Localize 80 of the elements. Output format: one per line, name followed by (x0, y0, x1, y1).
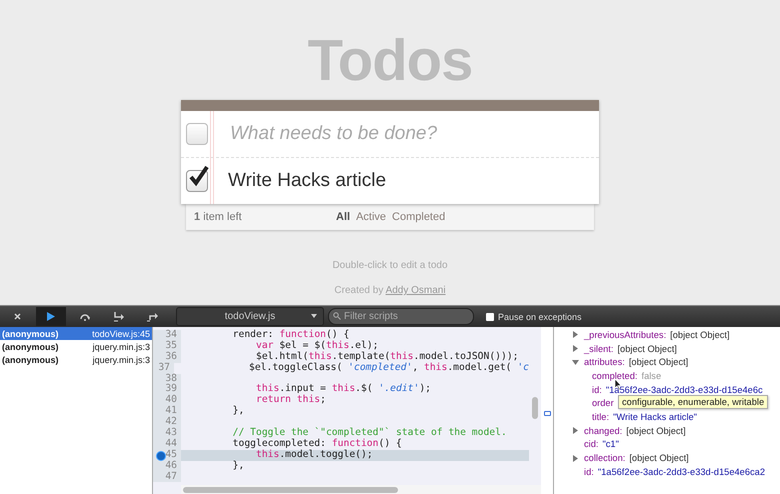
filter-link[interactable]: Active (356, 211, 386, 223)
code-line: this.input = this.$( '.edit'); (254, 384, 432, 394)
code-line: // Toggle the `"completed"` state of the model. (232, 428, 508, 438)
line-number: 46 (153, 460, 181, 472)
line-number: 34 (153, 330, 181, 341)
line-number: 38 (153, 374, 181, 384)
property-name: id: (592, 384, 602, 395)
new-todo-field[interactable]: What needs to be done? (228, 122, 592, 146)
property-value: "1a56f2ee-3adc-2dd3-e33d-d15e4e6c (606, 384, 763, 395)
close-icon (14, 313, 20, 320)
property-value: false (641, 370, 662, 381)
line-number: 36 (153, 352, 181, 363)
todo-title: Write Hacks article (228, 170, 386, 192)
line-number: 44 (153, 438, 181, 450)
property-name: cid: (584, 439, 598, 450)
script-select[interactable]: todoView.js (176, 307, 324, 326)
expand-arrow-icon[interactable] (572, 345, 579, 352)
caret-icon (311, 314, 317, 318)
step-into-icon (113, 312, 125, 322)
property-name: id: (584, 466, 594, 477)
property-value: [object Object] (670, 330, 730, 340)
property-value: [object Object] (629, 453, 689, 464)
line-number: 47 (153, 472, 181, 482)
line-number: 35 (153, 340, 181, 352)
property-name: title: (592, 412, 610, 422)
code-line: togglecompleted: function() { (232, 438, 403, 450)
line-number: 37 (153, 362, 174, 374)
search-icon (333, 312, 341, 320)
property-value: "c1" (602, 439, 619, 450)
code-line: var $el = $(this.el); (254, 340, 380, 352)
items-left-count: 1 item left (194, 211, 243, 223)
property-name: attributes: (584, 357, 625, 368)
checkmark-icon (188, 165, 210, 187)
property-value: [object Object] (626, 426, 686, 436)
property-name: _previousAttributes: (584, 330, 666, 340)
filter-scripts-field[interactable]: Filter scripts (328, 308, 474, 325)
expand-arrow-icon[interactable] (572, 427, 579, 434)
line-number: 42 (153, 417, 181, 428)
call-stack-item[interactable]: (anonymous) jquery.min.js:3 (0, 353, 152, 366)
resume-button[interactable] (36, 307, 66, 326)
line-number: 40 (153, 395, 181, 406)
expand-arrow-icon[interactable] (572, 454, 579, 462)
step-over-icon (79, 312, 91, 320)
property-name: completed: (592, 370, 638, 381)
scrollbar-thumb[interactable] (183, 486, 398, 492)
scrollbar-thumb[interactable] (532, 397, 538, 419)
collapse-arrow-icon[interactable] (572, 358, 579, 366)
code-line: $el.html(this.template(this.model.toJSON())); (254, 352, 520, 362)
property-name: changed: (584, 426, 622, 436)
pause-checkbox[interactable] (486, 312, 494, 320)
play-icon (47, 312, 55, 321)
line-number: 39 (153, 384, 181, 396)
property-value: "1a56f2ee-3adc-2dd3-e33d-d15e4e6ca2 (598, 466, 765, 477)
line-number: 41 (153, 406, 181, 418)
expand-arrow-icon[interactable] (572, 331, 579, 338)
property-name: collection: (584, 453, 626, 464)
property-value: "Write Hacks article" (613, 412, 697, 422)
property-value: [object Object] (628, 357, 688, 368)
tooltip: configurable, enumerable, writable (618, 395, 768, 409)
breakpoint-marker[interactable] (156, 450, 166, 461)
code-line: }, (232, 406, 246, 418)
code-line: $el.toggleClass( 'completed', this.model.get( 'c (248, 362, 529, 374)
property-value: [object Object] (617, 344, 677, 354)
filter-link[interactable]: All (336, 211, 350, 223)
filter-link[interactable]: Completed (392, 211, 446, 223)
call-stack-item[interactable]: (anonymous) todoView.js:45 (0, 327, 152, 340)
code-line: }, (232, 460, 246, 472)
property-name: _silent: (584, 344, 614, 354)
call-stack-item[interactable]: (anonymous) jquery.min.js:3 (0, 340, 152, 353)
property-name: order (592, 398, 614, 408)
code-line: render: function() { (232, 330, 350, 340)
toggle-all-checkbox[interactable] (186, 123, 208, 145)
hint-text: Double-click to edit a todo (332, 260, 448, 271)
credit-text: Created by Addy Osmani (334, 285, 446, 296)
line-marker-icon (544, 411, 551, 416)
code-line: return this; (254, 395, 327, 406)
line-number: 45 (153, 450, 181, 461)
step-out-icon (147, 312, 159, 322)
line-number: 43 (153, 428, 181, 439)
pause-label: Pause on exceptions (498, 312, 582, 322)
